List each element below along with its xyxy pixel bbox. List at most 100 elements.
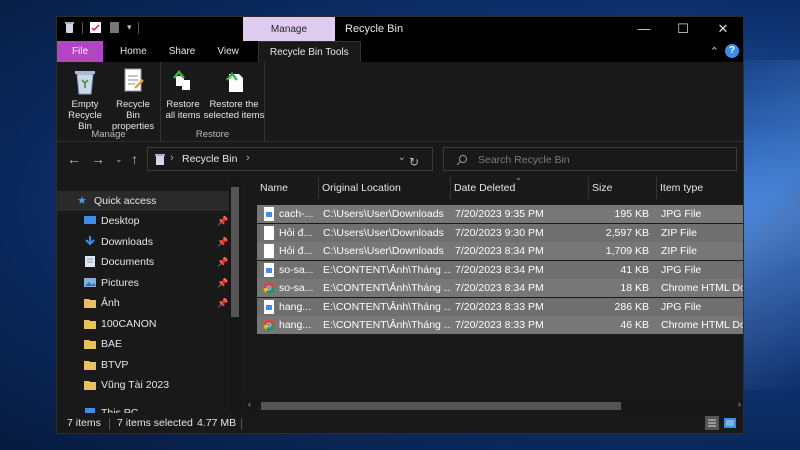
nav-item-desktop[interactable]: Desktop 📌 xyxy=(57,211,229,231)
ribbon-group-restore: Restore all items Restore the selected i… xyxy=(161,62,265,142)
group-caption-restore: Restore xyxy=(195,129,230,140)
properties-icon xyxy=(124,68,144,92)
address-dropdown-icon[interactable]: ⌄ xyxy=(398,152,406,163)
desktop-icon xyxy=(84,216,96,224)
table-row[interactable]: so-sa... E:\CONTENT\Ảnh\Tháng ... 7/20/2… xyxy=(257,279,743,297)
table-row[interactable]: Hỏi đ... C:\Users\User\Downloads 7/20/20… xyxy=(257,242,743,260)
nav-scrollbar-thumb[interactable] xyxy=(231,187,239,317)
nav-label: Desktop xyxy=(101,215,140,227)
breadcrumb[interactable]: Recycle Bin xyxy=(182,153,237,165)
nav-item-pictures[interactable]: Pictures 📌 xyxy=(57,273,229,293)
manage-context-tab[interactable]: Manage xyxy=(243,17,335,41)
file-type: ZIP File xyxy=(661,227,697,239)
address-row: ← → ⌄ ↑ › Recycle Bin › ⌄ ↻ Search Recyc… xyxy=(57,143,743,175)
chrome-icon xyxy=(263,282,275,294)
table-row[interactable]: so-sa... E:\CONTENT\Ảnh\Tháng ... 7/20/2… xyxy=(257,261,743,279)
empty-recycle-bin-icon xyxy=(75,71,95,95)
maximize-button[interactable]: ☐ xyxy=(664,17,702,41)
horizontal-scrollbar-thumb[interactable] xyxy=(261,402,621,410)
status-selected-count: 7 items selected xyxy=(117,417,193,429)
file-size: 2,597 KB xyxy=(605,227,649,239)
table-row[interactable]: hang... E:\CONTENT\Ảnh\Tháng ... 7/20/20… xyxy=(257,298,743,316)
file-type: JPG File xyxy=(661,301,702,313)
restore-all-icon xyxy=(173,70,190,90)
folder-icon xyxy=(84,299,96,308)
forward-arrow-icon[interactable]: → xyxy=(91,151,105,167)
tab-recycle-bin-tools[interactable]: Recycle Bin Tools xyxy=(257,41,361,62)
pin-icon[interactable]: 📌 xyxy=(217,232,228,252)
pin-icon[interactable]: 📌 xyxy=(217,211,228,231)
table-row[interactable]: Hỏi đ... C:\Users\User\Downloads 7/20/20… xyxy=(257,224,743,242)
file-name: hang... xyxy=(279,301,312,313)
up-arrow-icon[interactable]: ↑ xyxy=(131,151,138,167)
column-header-item-type[interactable]: Item type xyxy=(657,177,743,199)
empty-recycle-bin-button[interactable]: Empty Recycle Bin xyxy=(61,66,109,132)
restore-all-line1: Restore xyxy=(166,99,200,110)
status-separator xyxy=(109,418,110,430)
scroll-right-icon[interactable]: › xyxy=(738,399,741,409)
breadcrumb-chevron-icon[interactable]: › xyxy=(170,152,174,164)
window-title: Recycle Bin xyxy=(345,23,404,35)
file-location: C:\Users\User\Downloads xyxy=(323,208,444,220)
details-view-icon[interactable] xyxy=(705,416,719,430)
nav-label: 100CANON xyxy=(101,318,157,330)
tab-share[interactable]: Share xyxy=(158,41,207,62)
search-input[interactable]: Search Recycle Bin xyxy=(443,147,737,171)
tab-home[interactable]: Home xyxy=(109,41,158,62)
restore-selected-line1: Restore the xyxy=(209,99,259,110)
minimize-button[interactable]: — xyxy=(625,17,663,41)
nav-scrollbar[interactable] xyxy=(229,177,241,413)
column-header-name[interactable]: Name xyxy=(257,177,319,199)
nav-item-100canon[interactable]: 100CANON xyxy=(57,314,229,334)
close-button[interactable]: ✕ xyxy=(704,17,742,41)
tab-view[interactable]: View xyxy=(206,41,250,62)
back-arrow-icon[interactable]: ← xyxy=(67,151,81,167)
nav-item-btvp[interactable]: BTVP xyxy=(57,355,229,375)
file-location: C:\Users\User\Downloads xyxy=(323,245,444,257)
large-icons-view-icon[interactable] xyxy=(723,416,737,430)
pin-icon[interactable]: 📌 xyxy=(217,293,228,313)
file-size: 1,709 KB xyxy=(605,245,649,257)
nav-item-bae[interactable]: BAE xyxy=(57,334,229,354)
refresh-icon[interactable]: ↻ xyxy=(409,155,419,169)
search-icon xyxy=(456,155,467,166)
nav-label: Vũng Tài 2023 xyxy=(101,379,170,391)
nav-item-documents[interactable]: Documents 📌 xyxy=(57,252,229,272)
chrome-icon xyxy=(263,319,275,331)
nav-item-vung-tai-2023[interactable]: Vũng Tài 2023 xyxy=(57,375,229,395)
recent-locations-chevron-icon[interactable]: ⌄ xyxy=(115,154,123,165)
table-row[interactable]: cach-... C:\Users\User\Downloads 7/20/20… xyxy=(257,205,743,223)
breadcrumb-chevron-icon[interactable]: › xyxy=(246,152,250,164)
file-date-deleted: 7/20/2023 8:34 PM xyxy=(455,282,544,294)
recycle-bin-properties-button[interactable]: Recycle Bin properties xyxy=(109,66,157,132)
nav-item-anh[interactable]: Ảnh 📌 xyxy=(57,293,229,313)
customize-toolbar-icon[interactable]: ▾ xyxy=(127,22,132,33)
file-size: 286 KB xyxy=(614,301,649,313)
file-date-deleted: 7/20/2023 9:30 PM xyxy=(455,227,544,239)
horizontal-scrollbar[interactable]: ‹ › xyxy=(245,399,743,413)
nav-item-quick-access[interactable]: ★ Quick access xyxy=(57,191,229,211)
file-type: ZIP File xyxy=(661,245,697,257)
restore-selected-items-button[interactable]: Restore the selected items xyxy=(203,66,265,121)
properties-icon[interactable] xyxy=(89,21,102,34)
file-type: JPG File xyxy=(661,264,702,276)
explorer-window: ▾ Manage Recycle Bin — ☐ ✕ File Home Sha… xyxy=(56,16,744,434)
address-bar[interactable]: › Recycle Bin › ⌄ xyxy=(147,147,433,171)
column-header-original-location[interactable]: Original Location xyxy=(319,177,451,199)
scroll-left-icon[interactable]: ‹ xyxy=(248,399,251,409)
pin-icon[interactable]: 📌 xyxy=(217,252,228,272)
nav-item-downloads[interactable]: Downloads 📌 xyxy=(57,232,229,252)
help-icon[interactable]: ? xyxy=(725,44,739,58)
tab-file[interactable]: File xyxy=(57,41,103,62)
new-folder-icon[interactable] xyxy=(108,21,121,34)
zip-file-icon xyxy=(264,244,274,258)
collapse-ribbon-icon[interactable]: ⌃ xyxy=(710,45,719,58)
restore-all-items-button[interactable]: Restore all items xyxy=(161,66,205,121)
nav-item-this-pc[interactable]: This PC xyxy=(57,403,229,413)
file-name: so-sa... xyxy=(279,282,314,294)
table-row[interactable]: hang... E:\CONTENT\Ảnh\Tháng ... 7/20/20… xyxy=(257,316,743,334)
pin-icon[interactable]: 📌 xyxy=(217,273,228,293)
zip-file-icon xyxy=(264,226,274,240)
column-header-size[interactable]: Size xyxy=(589,177,657,199)
star-icon: ★ xyxy=(77,195,87,207)
